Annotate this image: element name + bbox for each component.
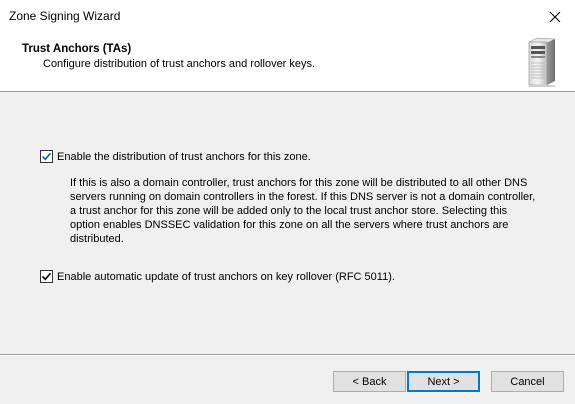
auto-update-checkbox[interactable] [40,270,53,283]
close-icon [549,11,561,22]
title-bar: Zone Signing Wizard [0,0,575,33]
description-line: distributed. [70,233,124,245]
description-line: servers running on domain controllers in… [70,191,536,203]
next-button[interactable]: Next > [407,371,480,392]
window-title: Zone Signing Wizard [9,9,121,23]
page-title: Trust Anchors (TAs) [22,43,132,55]
server-icon [528,37,556,87]
checkmark-icon [41,272,52,281]
checkmark-icon [41,152,52,161]
description-line: option enables DNSSEC validation for thi… [70,219,509,231]
enable-distribution-label: Enable the distribution of trust anchors… [57,150,311,163]
enable-distribution-option[interactable]: Enable the distribution of trust anchors… [40,150,311,163]
auto-update-label: Enable automatic update of trust anchors… [57,270,395,283]
back-button[interactable]: < Back [333,371,406,392]
distribution-description: If this is also a domain controller, tru… [70,176,540,246]
page-subtitle: Configure distribution of trust anchors … [43,58,316,70]
wizard-header: Trust Anchors (TAs) Configure distributi… [0,33,575,92]
auto-update-option[interactable]: Enable automatic update of trust anchors… [40,270,395,283]
footer-separator [0,354,575,356]
enable-distribution-checkbox[interactable] [40,150,53,163]
cancel-button[interactable]: Cancel [491,371,564,392]
wizard-window: Zone Signing Wizard Trust Anchors (TAs) … [0,0,575,404]
description-line: If this is also a domain controller, tru… [70,177,528,189]
description-line: a trust anchor for this zone will be add… [70,205,508,217]
close-button[interactable] [535,0,575,33]
